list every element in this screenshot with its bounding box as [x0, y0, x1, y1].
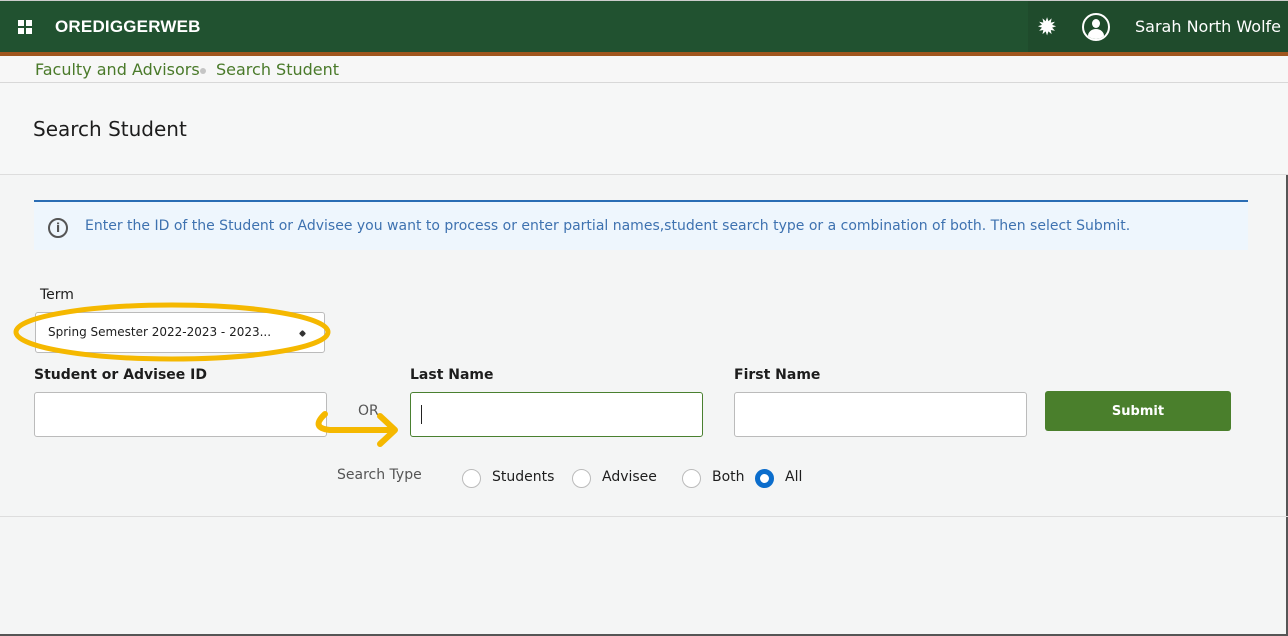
page-title: Search Student [33, 117, 187, 141]
user-name[interactable]: Sarah North Wolfe [1135, 17, 1281, 36]
breadcrumb-separator [200, 68, 206, 74]
student-id-input[interactable] [34, 392, 327, 437]
last-name-input[interactable] [410, 392, 703, 437]
term-label: Term [40, 287, 74, 303]
info-text: Enter the ID of the Student or Advisee y… [85, 218, 1131, 234]
info-icon: i [48, 218, 68, 238]
section-divider [0, 516, 1288, 517]
top-navigation-bar: OREDIGGERWEB ✹ Sarah North Wolfe [0, 0, 1288, 53]
radio-advisee[interactable] [572, 469, 591, 488]
radio-both[interactable] [682, 469, 701, 488]
radio-students-label[interactable]: Students [492, 469, 554, 485]
term-select-value: Spring Semester 2022-2023 - 2023... [48, 325, 272, 339]
search-type-label: Search Type [337, 467, 422, 483]
user-avatar-icon[interactable] [1082, 13, 1110, 41]
student-id-label: Student or Advisee ID [34, 367, 207, 383]
radio-both-label[interactable]: Both [712, 469, 745, 485]
annotation-arrow-head [377, 413, 398, 447]
submit-button[interactable]: Submit [1045, 391, 1231, 431]
last-name-label: Last Name [410, 367, 494, 383]
dropdown-caret-icon [298, 329, 307, 338]
breadcrumb-faculty-and-advisors[interactable]: Faculty and Advisors [35, 60, 200, 79]
radio-all-label[interactable]: All [785, 469, 802, 485]
radio-advisee-label[interactable]: Advisee [602, 469, 657, 485]
gear-icon[interactable]: ✹ [1035, 15, 1059, 39]
breadcrumb: Faculty and Advisors Search Student [0, 56, 1288, 83]
page-header: Search Student [0, 83, 1288, 175]
radio-students[interactable] [462, 469, 481, 488]
radio-all[interactable] [755, 469, 774, 488]
term-select[interactable]: Spring Semester 2022-2023 - 2023... [35, 312, 325, 353]
or-text: OR [358, 403, 379, 419]
info-message: i Enter the ID of the Student or Advisee… [34, 200, 1248, 250]
annotation-arrow-shaft [315, 411, 395, 433]
apps-grid-icon[interactable] [18, 20, 32, 34]
app-title[interactable]: OREDIGGERWEB [55, 17, 201, 37]
first-name-label: First Name [734, 367, 821, 383]
text-cursor [421, 405, 422, 424]
first-name-input[interactable] [734, 392, 1027, 437]
breadcrumb-search-student[interactable]: Search Student [216, 60, 339, 79]
